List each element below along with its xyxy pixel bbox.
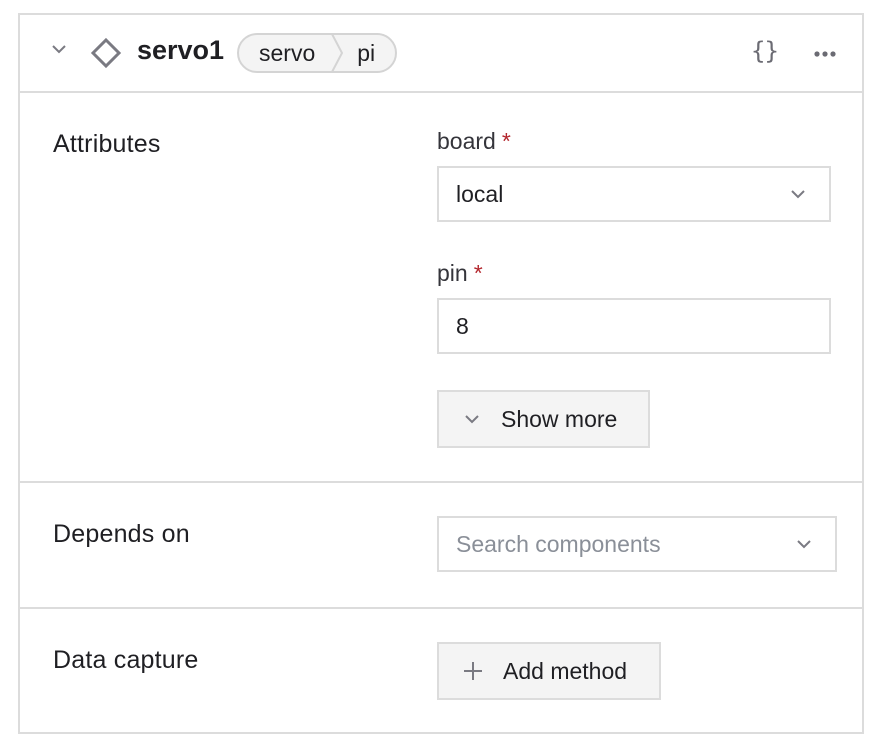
- chevron-down-icon: [797, 540, 811, 549]
- attributes-section: Attributes board * local pin * 8 Show more: [20, 93, 862, 483]
- depends-on-section: Depends on Search components: [20, 483, 862, 609]
- chevron-down-icon: [791, 190, 805, 199]
- diamond-icon: [90, 37, 122, 69]
- more-horizontal-icon[interactable]: [813, 39, 837, 63]
- required-marker: *: [473, 260, 483, 286]
- component-card: servo1 servo pi {} Attributes board * loc…: [18, 13, 864, 734]
- required-marker: *: [501, 128, 511, 154]
- pin-label-text: pin: [437, 260, 468, 286]
- breadcrumb-item-model: pi: [357, 39, 376, 66]
- board-label: board *: [437, 128, 511, 155]
- board-select-value: local: [456, 180, 504, 207]
- pin-input[interactable]: 8: [437, 298, 831, 354]
- component-name: servo1: [137, 35, 225, 65]
- code-braces-icon[interactable]: {}: [751, 37, 779, 65]
- chevron-down-icon: [465, 415, 479, 424]
- search-components-select[interactable]: Search components: [437, 516, 837, 572]
- breadcrumb-item-type: servo: [259, 39, 316, 66]
- pin-label: pin *: [437, 260, 483, 287]
- data-capture-section: Data capture Add method: [20, 609, 862, 732]
- chevron-down-icon[interactable]: [50, 43, 68, 55]
- component-header[interactable]: servo1 servo pi {}: [20, 15, 862, 93]
- depends-on-title: Depends on: [53, 520, 190, 548]
- breadcrumb-separator-icon: [331, 34, 344, 72]
- show-more-button[interactable]: Show more: [437, 390, 650, 448]
- show-more-label: Show more: [501, 405, 618, 432]
- pin-input-value: 8: [456, 312, 469, 339]
- data-capture-title: Data capture: [53, 646, 199, 674]
- board-label-text: board: [437, 128, 496, 154]
- attributes-title: Attributes: [53, 130, 161, 158]
- plus-icon: [464, 662, 482, 680]
- board-select[interactable]: local: [437, 166, 831, 222]
- add-method-button[interactable]: Add method: [437, 642, 661, 700]
- search-components-placeholder: Search components: [456, 530, 661, 557]
- breadcrumb: servo pi: [237, 33, 398, 73]
- add-method-label: Add method: [503, 657, 628, 684]
